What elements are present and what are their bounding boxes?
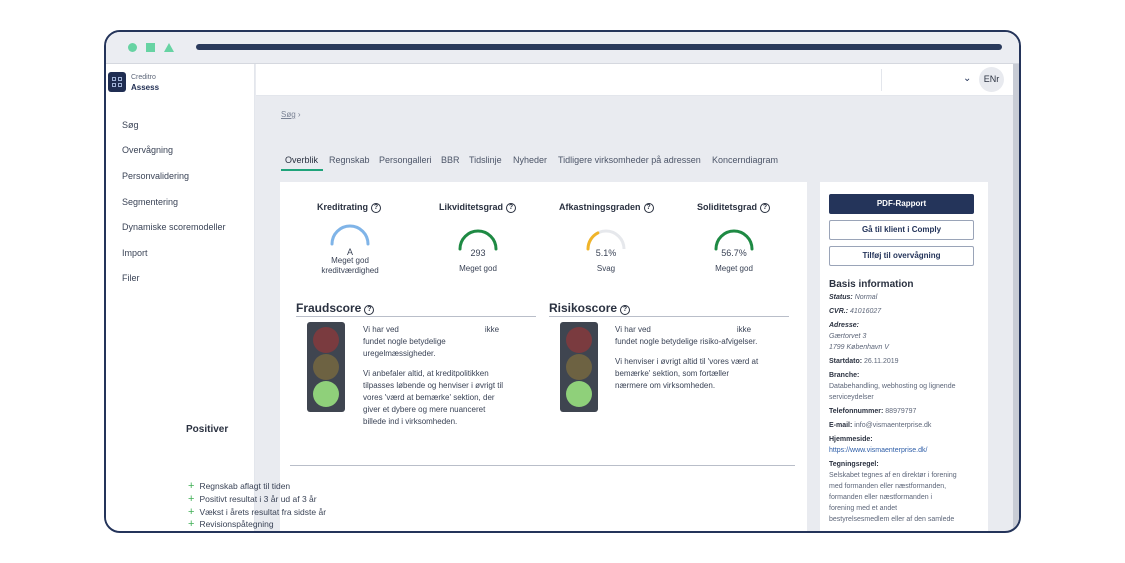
basis-info-title: Basis information	[829, 279, 914, 290]
gauge-fill	[458, 229, 498, 251]
help-icon[interactable]: ?	[620, 305, 631, 315]
plus-icon: +	[188, 480, 195, 492]
plus-icon: +	[188, 506, 195, 518]
divider	[290, 465, 795, 466]
plus-icon: +	[188, 493, 195, 505]
fraud-traffic-light	[307, 322, 345, 412]
gauge-sub-return: Svag	[596, 264, 616, 273]
divider	[549, 316, 789, 317]
comply-button[interactable]: Gå til klient i Comply	[829, 220, 974, 240]
red-lamp	[566, 327, 592, 353]
gauge-fill	[714, 229, 754, 251]
green-lamp	[566, 381, 592, 407]
gauge-value-liquidity: 293	[470, 248, 486, 258]
gauge-value-solidity: 56.7%	[721, 248, 747, 258]
add-monitoring-button[interactable]: Tilføj til overvågning	[829, 246, 974, 266]
gauge-sub-credit-rating: Meget god kreditværdighed	[321, 256, 379, 275]
gauge-track	[586, 229, 626, 250]
basis-info: Status: Normal CVR.: 41016027 Adresse: G…	[829, 292, 979, 525]
list-item: + Regnskab aflagt til tiden	[188, 480, 291, 492]
red-lamp	[313, 327, 339, 353]
fraud-text: Vi har ved ikke fundet nogle betydelige u…	[363, 325, 504, 426]
green-lamp	[313, 381, 339, 407]
list-item: + Vækst i årets resultat fra sidste år	[188, 506, 327, 518]
yellow-lamp	[566, 354, 592, 380]
list-item: + Positivt resultat i 3 år ud af 3 år	[188, 493, 317, 505]
gauge-fill	[330, 224, 370, 246]
gauge-track	[458, 229, 498, 250]
list-item: + Revisionspåtegning	[188, 518, 274, 530]
gauge-sub-liquidity: Meget god	[459, 264, 497, 273]
risk-text: Vi har ved ikke fundet nogle betydelige r…	[615, 325, 759, 390]
gauge-track	[714, 229, 754, 250]
riskscore-title: Risikoscore?	[549, 301, 631, 315]
gauge-fill	[586, 231, 600, 251]
risk-traffic-light	[560, 322, 598, 412]
divider	[296, 316, 536, 317]
plus-icon: +	[188, 518, 195, 530]
gauge-value-return: 5.1%	[595, 248, 617, 258]
help-icon[interactable]: ?	[364, 305, 375, 315]
gauge-track	[330, 224, 370, 245]
pdf-report-button[interactable]: PDF-Rapport	[829, 194, 974, 214]
yellow-lamp	[313, 354, 339, 380]
gauge-sub-solidity: Meget god	[715, 264, 753, 273]
positives-title: Positiver	[186, 424, 229, 435]
website-link[interactable]: https://www.vismaenterprise.dk/	[829, 445, 979, 456]
fraudscore-title: Fraudscore?	[296, 301, 375, 315]
